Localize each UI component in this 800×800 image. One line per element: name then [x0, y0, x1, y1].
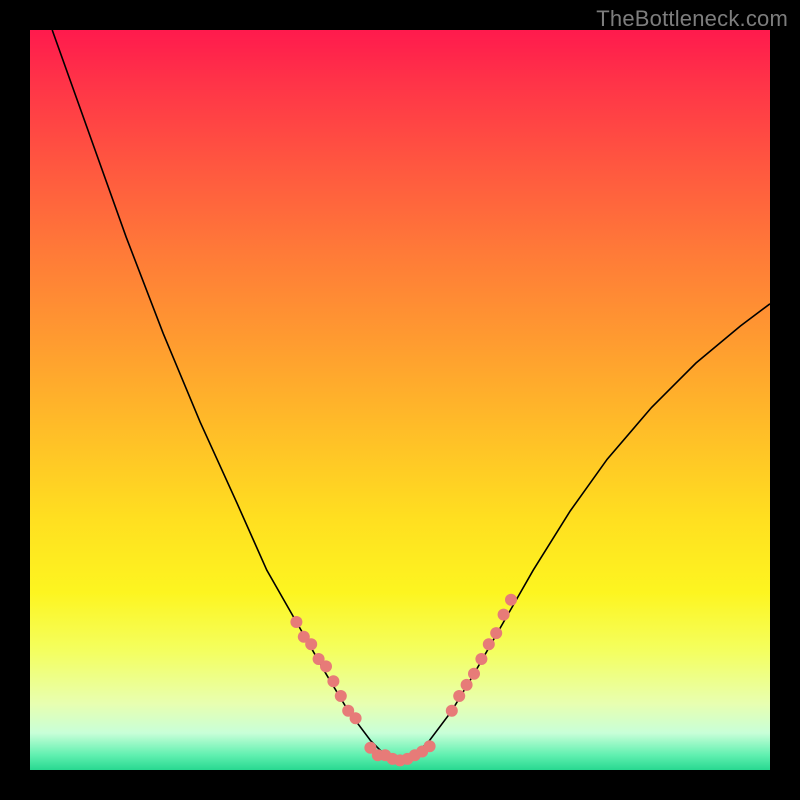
data-point [320, 660, 332, 672]
bottleneck-curve [52, 30, 770, 763]
data-point [290, 616, 302, 628]
data-point [453, 690, 465, 702]
data-point [483, 638, 495, 650]
data-point [335, 690, 347, 702]
watermark-text: TheBottleneck.com [596, 6, 788, 32]
data-point [305, 638, 317, 650]
data-point [505, 594, 517, 606]
data-point [350, 712, 362, 724]
data-point [446, 705, 458, 717]
data-point [468, 668, 480, 680]
data-point [475, 653, 487, 665]
data-point [327, 675, 339, 687]
data-point [498, 609, 510, 621]
data-points-group [290, 594, 517, 767]
data-point [424, 740, 436, 752]
chart-svg [30, 30, 770, 770]
data-point [461, 679, 473, 691]
data-point [490, 627, 502, 639]
